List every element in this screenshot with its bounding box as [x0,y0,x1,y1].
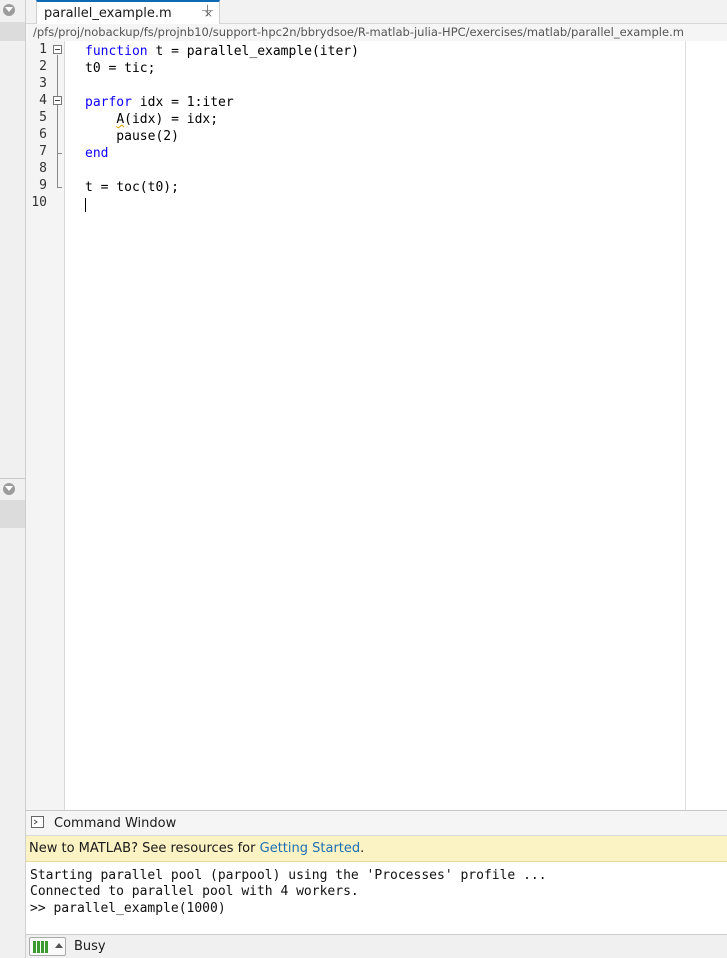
caret-up-icon [55,943,63,948]
keyword: parfor [85,95,132,110]
fold-guide-end [57,153,62,154]
code-line: function t = parallel_example(iter) [85,43,359,60]
line-number: 10 [31,195,47,210]
command-prompt-line[interactable]: >> parallel_example(1000) [30,900,226,917]
code-text: t = toc(t0); [85,180,179,195]
code-text: (idx) = idx; [124,112,219,127]
getting-started-banner: New to MATLAB? See resources for Getting… [26,836,727,862]
code-line: t0 = tic; [85,60,155,77]
line-number: 9 [39,178,47,193]
code-line: A(idx) = idx; [85,111,218,128]
code-editor[interactable]: 1 2 3 4 5 6 7 8 9 10 function t = parall… [26,41,727,810]
fold-toggle-icon[interactable] [53,96,62,105]
code-text: t0 = tic; [85,61,156,76]
fold-toggle-icon[interactable] [53,45,62,54]
command-window-title: Command Window [54,816,177,831]
panel-strip-band [0,500,25,528]
status-bar: Busy [26,934,727,958]
code-line: pause(2) [85,128,179,145]
line-number: 4 [39,93,47,108]
editor-tab-bar: parallel_example.m × + [26,0,727,24]
collapse-chevron-icon[interactable] [3,4,15,16]
line-number: 6 [39,127,47,142]
code-text: idx = 1:iter [131,95,234,110]
panel-strip-divider [0,478,25,479]
getting-started-link[interactable]: Getting Started [260,841,361,856]
line-number: 8 [39,161,47,176]
command-window-icon [31,816,44,828]
code-line: end [85,145,108,162]
command-window-header: Command Window [26,811,727,836]
code-line: t = toc(t0); [85,179,179,196]
code-text: t = parallel_example(iter) [147,44,359,59]
busy-indicator-button[interactable] [29,937,66,956]
keyword: end [85,146,109,161]
line-number: 5 [39,110,47,125]
code-line: parfor idx = 1:iter [85,94,234,111]
status-text: Busy [74,939,106,954]
busy-bars-icon [33,941,49,953]
fold-guide [57,55,58,188]
text-cursor [85,198,86,212]
line-number: 3 [39,76,47,91]
banner-text: New to MATLAB? See resources for Getting… [29,841,365,856]
fold-guide-end [57,187,62,188]
warning-token[interactable]: A [116,112,124,127]
tab-title: parallel_example.m [44,6,172,21]
file-path-bar: /pfs/proj/nobackup/fs/projnb10/support-h… [26,24,727,41]
line-number-gutter: 1 2 3 4 5 6 7 8 9 10 [26,41,65,810]
output-line: Starting parallel pool (parpool) using t… [30,868,547,883]
output-line: Connected to parallel pool with 4 worker… [30,884,359,899]
line-number: 7 [39,144,47,159]
left-collapsed-panel [0,0,26,958]
file-path: /pfs/proj/nobackup/fs/projnb10/support-h… [33,25,684,39]
code-text: pause(2) [85,129,179,144]
editor-tab[interactable]: parallel_example.m × [36,0,220,24]
line-number: 2 [39,59,47,74]
right-margin-line [685,41,686,810]
line-number: 1 [39,42,47,57]
new-tab-plus-icon[interactable]: + [200,0,215,21]
command-window[interactable]: Command Window New to MATLAB? See resour… [26,810,727,934]
panel-strip-band [0,22,25,41]
keyword: function [85,44,148,59]
collapse-chevron-icon[interactable] [3,483,15,495]
